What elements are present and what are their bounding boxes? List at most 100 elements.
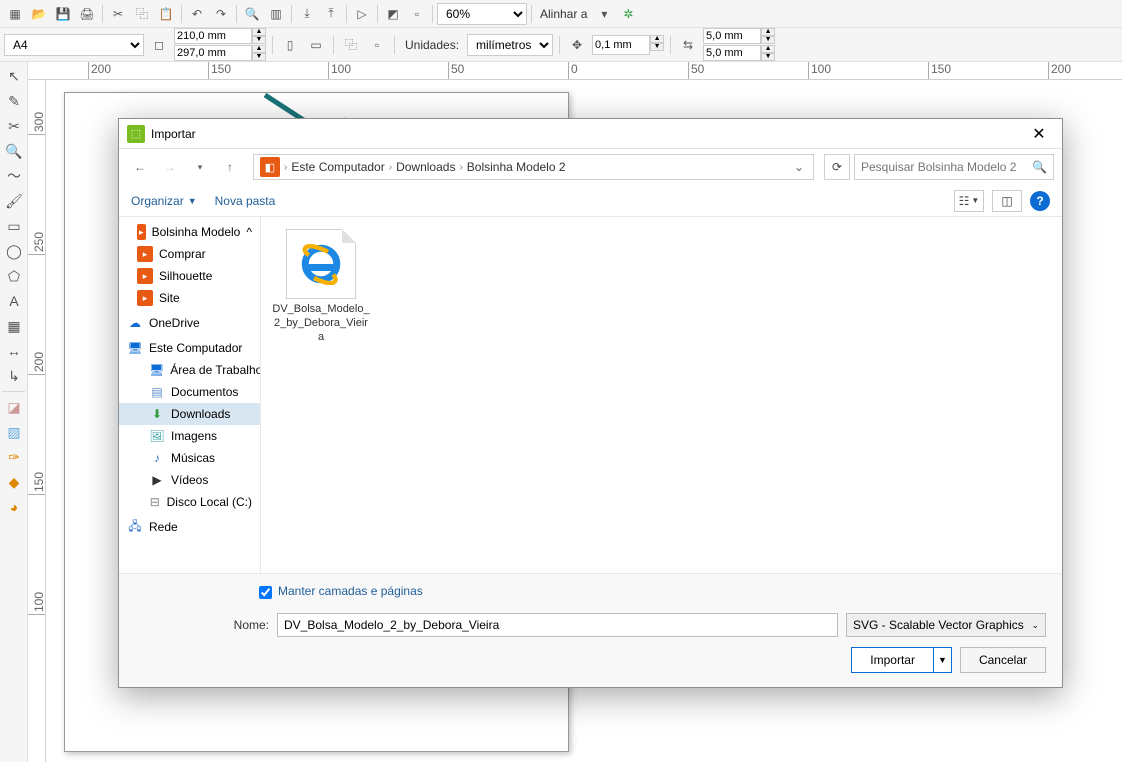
eyedropper-tool-icon[interactable]: ✑ xyxy=(2,445,26,469)
redo-icon[interactable]: ↷ xyxy=(210,3,232,25)
chevron-down-icon: ⌄ xyxy=(1031,620,1039,631)
dimension-tool-icon[interactable]: ↔ xyxy=(2,339,26,363)
tree-this-pc[interactable]: 🖥Este Computador xyxy=(119,334,260,359)
units-select[interactable]: milímetros xyxy=(467,34,553,56)
paste-icon[interactable]: 📋 xyxy=(155,3,177,25)
artistic-media-icon[interactable]: 🖌 xyxy=(2,189,26,213)
spin-up[interactable]: ▲ xyxy=(252,28,266,36)
nudge-input[interactable]: 0,1 mm xyxy=(592,35,650,55)
organize-menu[interactable]: Organizar▼ xyxy=(131,194,197,208)
tree-item[interactable]: ▸Bolsinha Modelo^ xyxy=(119,221,260,243)
tree-item[interactable]: 🖥Área de Trabalho xyxy=(119,359,260,381)
filename-input[interactable] xyxy=(277,613,838,637)
tree-item[interactable]: 🖼Imagens xyxy=(119,425,260,447)
spin-down[interactable]: ▼ xyxy=(252,53,266,61)
currentpage-icon[interactable]: ▫ xyxy=(366,34,388,56)
spin-up[interactable]: ▲ xyxy=(252,45,266,53)
file-item[interactable]: DV_Bolsa_Modelo_2_by_Debora_Vieira xyxy=(271,229,371,344)
polygon-tool-icon[interactable]: ⬠ xyxy=(2,264,26,288)
pick-tool-icon[interactable]: ↖ xyxy=(2,64,26,88)
align-label: Alinhar a xyxy=(536,7,591,21)
new-icon[interactable]: ▦ xyxy=(4,3,26,25)
close-button[interactable]: ✕ xyxy=(1024,121,1054,147)
name-label: Nome: xyxy=(219,618,269,632)
keep-layers-checkbox[interactable]: Manter camadas e páginas xyxy=(259,584,1046,599)
transparency-tool-icon[interactable]: ▨ xyxy=(2,420,26,444)
tree-item-downloads[interactable]: ⬇Downloads xyxy=(119,403,260,425)
fill-tool-icon[interactable]: ◆ xyxy=(2,470,26,494)
search-input[interactable] xyxy=(861,160,1026,174)
save-icon[interactable]: 💾 xyxy=(52,3,74,25)
search-box[interactable]: 🔍 xyxy=(854,154,1054,180)
tree-item[interactable]: ⊟Disco Local (C:) xyxy=(119,491,260,513)
allpages-icon[interactable]: ⿻ xyxy=(340,34,362,56)
page-size-select[interactable]: A4 xyxy=(4,34,144,56)
autolayout-icon[interactable]: ▥ xyxy=(265,3,287,25)
breadcrumb[interactable]: ◧ › Este Computador › Downloads › Bolsin… xyxy=(253,154,814,180)
preview-pane-button[interactable]: ◫ xyxy=(992,190,1022,212)
ellipse-tool-icon[interactable]: ◯ xyxy=(2,239,26,263)
align-dropdown-icon[interactable]: ▾ xyxy=(593,3,615,25)
import-button[interactable]: Importar ▼ xyxy=(851,647,952,673)
shape-tool-icon[interactable]: ✎ xyxy=(2,89,26,113)
export-icon[interactable]: ⤒ xyxy=(320,3,342,25)
keep-layers-input[interactable] xyxy=(259,586,272,599)
app-launcher-icon[interactable]: ◩ xyxy=(382,3,404,25)
freehand-tool-icon[interactable]: ～ xyxy=(2,164,26,188)
tree-item[interactable]: ♪Músicas xyxy=(119,447,260,469)
recent-dropdown[interactable]: ▾ xyxy=(187,154,213,180)
tree-network[interactable]: 🖧Rede xyxy=(119,513,260,538)
tree-item[interactable]: ▶Vídeos xyxy=(119,469,260,491)
options-icon[interactable]: ✲ xyxy=(617,3,639,25)
spin-up[interactable]: ▲ xyxy=(650,35,664,43)
publish-icon[interactable]: ▷ xyxy=(351,3,373,25)
forward-button[interactable]: → xyxy=(157,154,183,180)
landscape-icon[interactable]: ▭ xyxy=(305,34,327,56)
rectangle-tool-icon[interactable]: ▭ xyxy=(2,214,26,238)
dup-y-input[interactable]: 5,0 mm xyxy=(703,45,761,61)
crumb-this-pc[interactable]: Este Computador xyxy=(291,160,384,174)
text-tool-icon[interactable]: A xyxy=(2,289,26,313)
smartfill-tool-icon[interactable]: ◕ xyxy=(2,495,26,519)
import-dropdown-icon[interactable]: ▼ xyxy=(933,648,951,672)
view-mode-button[interactable]: ☷ ▼ xyxy=(954,190,984,212)
tree-item[interactable]: ▤Documentos xyxy=(119,381,260,403)
tree-item[interactable]: ▸Silhouette xyxy=(119,265,260,287)
dup-x-input[interactable]: 5,0 mm xyxy=(703,28,761,44)
cut-icon[interactable]: ✂ xyxy=(107,3,129,25)
back-button[interactable]: ← xyxy=(127,154,153,180)
print-icon[interactable]: 🖨 xyxy=(76,3,98,25)
filetype-select[interactable]: SVG - Scalable Vector Graphics ⌄ xyxy=(846,613,1046,637)
connector-tool-icon[interactable]: ↳ xyxy=(2,364,26,388)
newfolder-button[interactable]: Nova pasta xyxy=(215,194,276,208)
table-tool-icon[interactable]: ▦ xyxy=(2,314,26,338)
up-button[interactable]: ↑ xyxy=(217,154,243,180)
import-icon[interactable]: ⤓ xyxy=(296,3,318,25)
portrait-icon[interactable]: ▯ xyxy=(279,34,301,56)
tree-item[interactable]: ▸Comprar xyxy=(119,243,260,265)
crop-tool-icon[interactable]: ✂ xyxy=(2,114,26,138)
help-button[interactable]: ? xyxy=(1030,191,1050,211)
search-icon[interactable]: 🔍 xyxy=(241,3,263,25)
tree-item[interactable]: ▸Site xyxy=(119,287,260,309)
zoom-select[interactable]: 60% xyxy=(437,3,527,25)
open-icon[interactable]: 📂 xyxy=(28,3,50,25)
refresh-button[interactable]: ⟳ xyxy=(824,154,850,180)
page-height-input[interactable]: 297,0 mm xyxy=(174,45,252,61)
breadcrumb-dropdown-icon[interactable]: ⌄ xyxy=(791,160,807,174)
welcome-icon[interactable]: ▫ xyxy=(406,3,428,25)
page-width-input[interactable]: 210,0 mm xyxy=(174,28,252,44)
crumb-downloads[interactable]: Downloads xyxy=(396,160,455,174)
spin-down[interactable]: ▼ xyxy=(650,43,664,51)
copy-icon[interactable]: ⿻ xyxy=(131,3,153,25)
units-label: Unidades: xyxy=(401,38,463,52)
zoom-tool-icon[interactable]: 🔍 xyxy=(2,139,26,163)
spin-down[interactable]: ▼ xyxy=(252,36,266,44)
crumb-folder[interactable]: Bolsinha Modelo 2 xyxy=(467,160,566,174)
cancel-button[interactable]: Cancelar xyxy=(960,647,1046,673)
undo-icon[interactable]: ↶ xyxy=(186,3,208,25)
file-list[interactable]: DV_Bolsa_Modelo_2_by_Debora_Vieira xyxy=(261,217,1062,573)
dropshadow-tool-icon[interactable]: ◪ xyxy=(2,395,26,419)
folder-tree[interactable]: ▸Bolsinha Modelo^ ▸Comprar ▸Silhouette ▸… xyxy=(119,217,261,573)
tree-onedrive[interactable]: ☁OneDrive xyxy=(119,309,260,334)
